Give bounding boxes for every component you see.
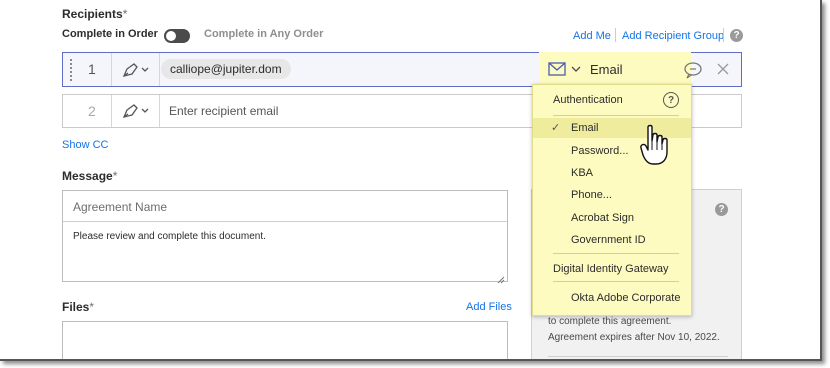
close-icon[interactable]	[716, 62, 730, 76]
pen-icon	[122, 104, 149, 118]
resize-handle-icon[interactable]	[497, 271, 505, 284]
agreement-name-input[interactable]: Agreement Name	[63, 191, 507, 222]
divider	[553, 281, 679, 282]
panel-text-line2: Agreement expires after Nov 10, 2022.	[548, 332, 720, 343]
pen-icon	[122, 63, 149, 77]
mail-icon	[548, 62, 566, 76]
message-label: Message*	[62, 169, 118, 183]
agreement-form: Recipients* Complete in Order Complete i…	[0, 0, 822, 361]
recipient-email-input[interactable]: Enter recipient email	[169, 104, 278, 118]
add-me-link[interactable]: Add Me	[573, 30, 611, 42]
help-icon[interactable]: ?	[715, 203, 728, 216]
divider	[615, 28, 616, 42]
files-label: Files*	[62, 300, 95, 314]
chevron-down-icon[interactable]	[571, 64, 581, 74]
recipient-row[interactable]: 1 calliope@jupiter.dom Email	[62, 52, 742, 87]
cell-divider	[111, 53, 112, 86]
panel-text-line1: to complete this agreement.	[548, 316, 672, 327]
divider	[553, 253, 679, 254]
auth-option-government-id[interactable]: Government ID	[533, 230, 691, 250]
checkmark-icon: ✓	[551, 122, 561, 134]
complete-any-order-label: Complete in Any Order	[204, 28, 324, 40]
auth-option-acrobat-sign[interactable]: Acrobat Sign	[533, 208, 691, 228]
signer-role-dropdown[interactable]	[121, 102, 151, 120]
agreement-name-placeholder: Agreement Name	[73, 200, 168, 214]
signer-role-dropdown[interactable]	[121, 61, 151, 79]
order-toggle[interactable]	[164, 29, 190, 43]
recipient-number: 1	[88, 61, 96, 77]
add-recipient-group-link[interactable]: Add Recipient Group	[622, 30, 724, 42]
cell-divider	[159, 95, 160, 127]
authentication-menu: Authentication ? ✓ Email Password... KBA…	[532, 84, 692, 316]
recipient-email-chip[interactable]: calliope@jupiter.dom	[161, 59, 291, 79]
divider	[723, 28, 724, 42]
cell-divider	[159, 53, 160, 86]
message-box: Agreement Name Please review and complet…	[62, 190, 508, 284]
auth-option-phone[interactable]: Phone...	[533, 185, 691, 205]
message-body[interactable]: Please review and complete this document…	[73, 231, 266, 242]
recipients-label: Recipients*	[62, 7, 128, 21]
cell-divider	[111, 95, 112, 127]
auth-option-digital-identity-gateway[interactable]: Digital Identity Gateway	[533, 259, 691, 279]
recipient-number: 2	[88, 103, 96, 119]
private-message-icon[interactable]	[683, 61, 703, 79]
drag-handle-icon[interactable]	[70, 59, 72, 81]
help-icon[interactable]: ?	[663, 92, 679, 108]
divider	[548, 356, 728, 357]
hand-cursor-icon	[640, 124, 670, 166]
add-files-link[interactable]: Add Files	[466, 301, 512, 313]
show-cc-link[interactable]: Show CC	[62, 139, 108, 151]
auth-option-okta[interactable]: Okta Adobe Corporate	[533, 288, 691, 308]
auth-menu-header: Authentication	[553, 94, 623, 106]
help-icon[interactable]: ?	[730, 29, 743, 42]
complete-in-order-label: Complete in Order	[62, 28, 158, 40]
divider	[553, 115, 679, 116]
auth-method-label[interactable]: Email	[590, 62, 623, 77]
files-drop-area[interactable]	[62, 321, 508, 359]
